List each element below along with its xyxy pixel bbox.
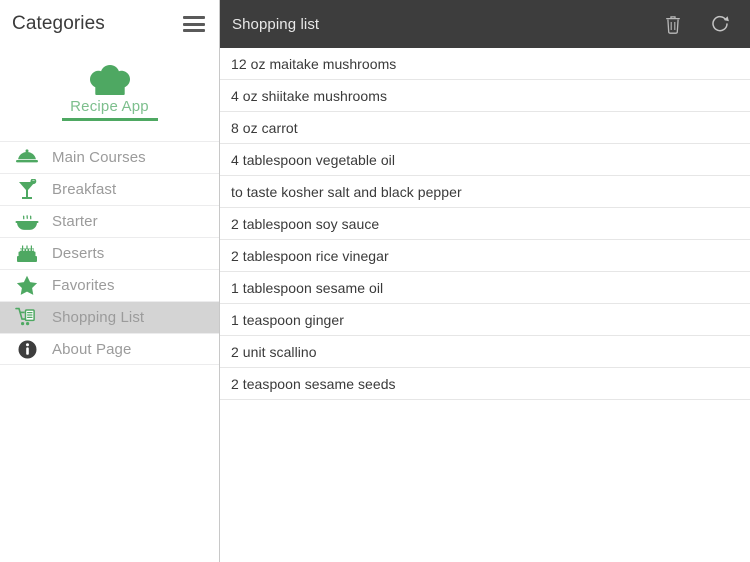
list-item[interactable]: 4 tablespoon vegetable oil (220, 144, 750, 176)
list-item-label: 2 tablespoon rice vinegar (231, 247, 389, 264)
sidebar-item-label: Favorites (52, 277, 115, 294)
sidebar-item-label: Main Courses (52, 149, 146, 166)
topbar-title: Shopping list (232, 15, 320, 33)
cloche-food-cover-icon (14, 147, 40, 169)
refresh-list-button[interactable] (710, 12, 732, 36)
sidebar-item-label: Shopping List (52, 309, 145, 326)
brand-underline (61, 118, 158, 121)
sidebar-item-main-courses[interactable]: Main Courses (0, 141, 219, 173)
list-item-label: 2 teaspoon sesame seeds (231, 375, 396, 392)
hamburger-menu-icon[interactable] (183, 16, 205, 32)
list-item[interactable]: to taste kosher salt and black pepper (220, 176, 750, 208)
steaming-bowl-icon (14, 211, 40, 233)
sidebar-item-label: Deserts (52, 245, 105, 262)
list-item[interactable]: 4 oz shiitake mushrooms (220, 80, 750, 112)
list-item-label: 4 tablespoon vegetable oil (231, 151, 395, 168)
recipe-app-window: Categories Recipe App Main Courses Break… (0, 0, 750, 562)
sidebar-item-about-page[interactable]: About Page (0, 333, 219, 365)
page-title: Categories (12, 13, 105, 34)
sidebar: Categories Recipe App Main Courses Break… (0, 0, 220, 562)
content-panel: Shopping list 12 oz maitake mushrooms 4 … (220, 0, 750, 562)
list-item[interactable]: 2 tablespoon soy sauce (220, 208, 750, 240)
list-item-label: 2 unit scallino (231, 343, 317, 360)
delete-list-button[interactable] (662, 12, 684, 36)
list-item-label: 2 tablespoon soy sauce (231, 215, 380, 232)
list-item[interactable]: 12 oz maitake mushrooms (220, 48, 750, 80)
list-item-label: 1 teaspoon ginger (231, 311, 344, 328)
brand-block: Recipe App (0, 64, 219, 131)
list-item[interactable]: 1 tablespoon sesame oil (220, 272, 750, 304)
sidebar-item-deserts[interactable]: Deserts (0, 237, 219, 269)
trash-icon (665, 15, 681, 34)
sidebar-item-label: About Page (52, 340, 132, 358)
list-item[interactable]: 2 unit scallino (220, 336, 750, 368)
sidebar-item-starter[interactable]: Starter (0, 205, 219, 237)
sidebar-item-favorites[interactable]: Favorites (0, 269, 219, 301)
sidebar-menu: Main Courses Breakfast Starter Deserts F… (0, 141, 219, 365)
brand-name: Recipe App (70, 98, 149, 115)
refresh-icon (711, 14, 731, 34)
cocktail-glass-icon (14, 178, 40, 201)
layer-cake-icon (14, 243, 40, 265)
shopping-cart-icon (14, 307, 40, 329)
list-item[interactable]: 2 tablespoon rice vinegar (220, 240, 750, 272)
list-item-label: 1 tablespoon sesame oil (231, 279, 384, 296)
sidebar-header: Categories (0, 0, 219, 48)
sidebar-item-label: Breakfast (52, 181, 117, 198)
list-item-label: to taste kosher salt and black pepper (231, 183, 462, 200)
list-item[interactable]: 2 teaspoon sesame seeds (220, 368, 750, 400)
info-circle-icon (14, 338, 40, 360)
chef-hat-icon (87, 64, 133, 96)
star-icon (14, 275, 40, 297)
topbar-actions (662, 12, 732, 36)
sidebar-item-breakfast[interactable]: Breakfast (0, 173, 219, 205)
list-item[interactable]: 8 oz carrot (220, 112, 750, 144)
sidebar-item-label: Starter (52, 213, 98, 230)
list-item-label: 12 oz maitake mushrooms (231, 55, 397, 72)
topbar: Shopping list (220, 0, 750, 48)
list-item-label: 8 oz carrot (231, 119, 298, 136)
list-item-label: 4 oz shiitake mushrooms (231, 87, 387, 104)
shopping-list: 12 oz maitake mushrooms 4 oz shiitake mus… (220, 48, 750, 562)
list-item[interactable]: 1 teaspoon ginger (220, 304, 750, 336)
sidebar-item-shopping-list[interactable]: Shopping List (0, 301, 219, 333)
